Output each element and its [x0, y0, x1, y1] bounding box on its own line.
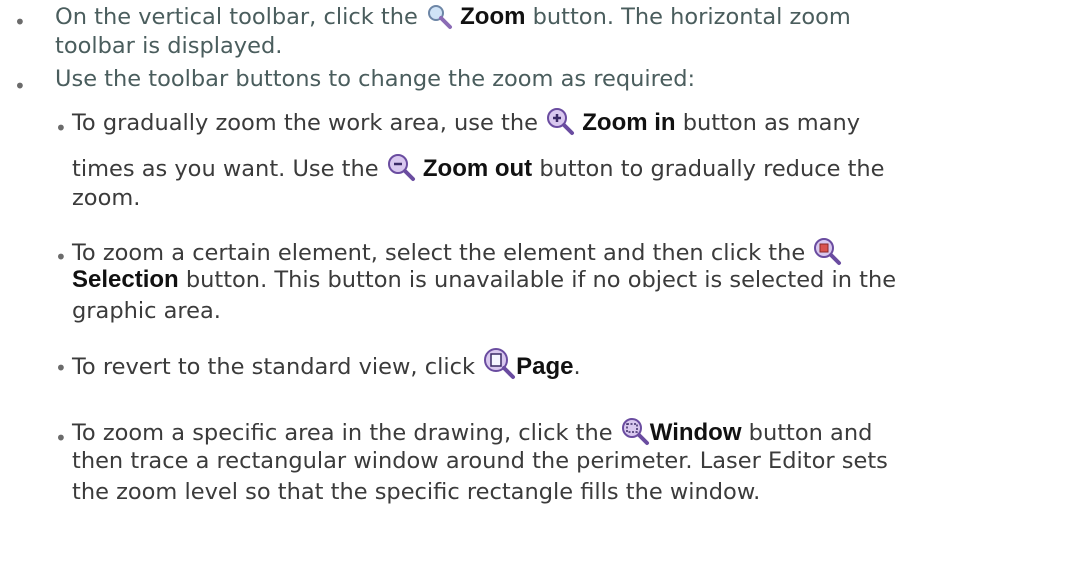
zoom-window-icon: [620, 416, 650, 446]
document: • On the vertical toolbar, click the Zoo…: [0, 0, 1073, 577]
magnifier-icon: [425, 2, 453, 30]
sub2-text-post: button. This button is unavailable if no…: [185, 267, 897, 293]
sub1-text: To gradually zoom the work area, use the: [72, 110, 538, 136]
page-label: Page: [516, 353, 574, 380]
zoom-page-icon: [482, 346, 516, 380]
zoom-selection-icon: [812, 236, 842, 266]
sub-bullet: •: [55, 356, 67, 380]
sub2-text: To zoom a certain element, select the el…: [72, 240, 806, 266]
zoom-in-label: Zoom in: [582, 109, 676, 136]
sub2-line2: Selection button. This button is unavail…: [72, 266, 896, 294]
window-label: Window: [649, 419, 742, 446]
sub4-text-post: button and: [748, 420, 873, 446]
sub-bullet: •: [55, 245, 67, 269]
zoom-in-icon: [545, 106, 575, 136]
sub1-line2: times as you want. Use the Zoom out butt…: [72, 152, 885, 183]
sub1-text-2: times as you want. Use the: [72, 156, 379, 182]
sub2-line3: graphic area.: [72, 298, 221, 324]
step1-text-post: button. The horizontal zoom: [532, 4, 851, 30]
sub1-line1: To gradually zoom the work area, use the…: [72, 106, 860, 137]
sub-bullet: •: [55, 426, 67, 450]
sub3-period: .: [573, 354, 581, 380]
sub4-line3: the zoom level so that the specific rect…: [72, 479, 761, 505]
sub1-text-3: button to gradually reduce the: [539, 156, 885, 182]
step1-text: On the vertical toolbar, click the: [55, 4, 418, 30]
sub3-text: To revert to the standard view, click: [72, 354, 475, 380]
step1-line2: toolbar is displayed.: [55, 33, 283, 59]
sub4-line2: then trace a rectangular window around t…: [72, 448, 888, 474]
bullet: •: [14, 74, 26, 98]
step2-line: Use the toolbar buttons to change the zo…: [55, 66, 696, 92]
sub-bullet: •: [55, 116, 67, 140]
zoom-out-label: Zoom out: [422, 155, 533, 182]
sub4-line1: To zoom a specific area in the drawing, …: [72, 416, 872, 447]
sub3-line: To revert to the standard view, click Pa…: [72, 346, 581, 381]
sub4-text: To zoom a specific area in the drawing, …: [72, 420, 613, 446]
selection-label: Selection: [72, 266, 179, 293]
zoom-out-icon: [386, 152, 416, 182]
zoom-label: Zoom: [460, 3, 526, 30]
step1-line1: On the vertical toolbar, click the Zoom …: [55, 2, 851, 31]
sub1-line3: zoom.: [72, 185, 141, 211]
sub1-text-mid: button as many: [682, 110, 861, 136]
bullet: •: [14, 10, 26, 34]
sub2-line1: To zoom a certain element, select the el…: [72, 236, 842, 266]
